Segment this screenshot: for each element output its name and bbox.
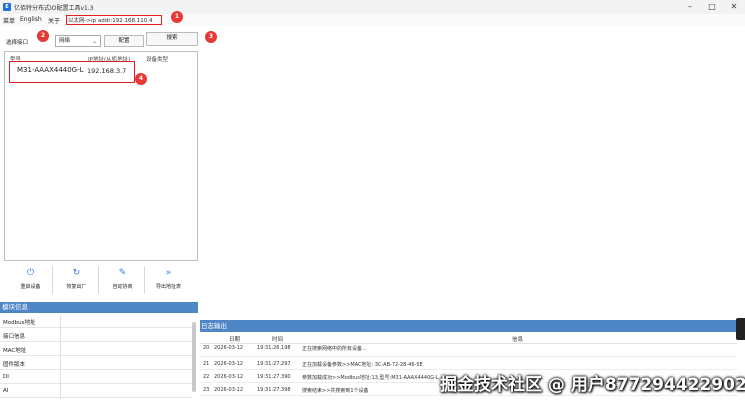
configure-button[interactable]: 配置 (104, 35, 144, 47)
auto-negotiate-button[interactable]: ✎ 自动协商 (100, 268, 145, 298)
module-row: AI (0, 385, 193, 398)
action-divider (52, 266, 53, 294)
module-row: Modbus地址 (0, 315, 193, 328)
chevron-down-icon: ⌄ (91, 38, 97, 45)
log-row: 21 2026-03-12 19:31:27.297 正在加载设备参数>>MAC… (200, 357, 737, 370)
log-header: 日志输出 (200, 320, 737, 332)
app-icon: E (3, 3, 11, 11)
log-row: 20 2026-03-12 19:31:26.198 正在搜索网络中的所有设备.… (200, 344, 737, 357)
interface-label: 选择接口 (6, 40, 29, 46)
side-panel-handle[interactable] (736, 318, 745, 340)
power-icon: ⏻ (26, 268, 35, 278)
interface-select[interactable]: 网络 ⌄ (55, 35, 101, 47)
menu-main[interactable]: 菜单 (3, 16, 15, 25)
annotation-badge-3: 3 (205, 31, 217, 43)
edit-icon: ✎ (118, 268, 127, 278)
module-row: 接口信息 (0, 329, 193, 342)
module-column-divider (60, 315, 61, 399)
module-info-header: 模块信息 (0, 302, 198, 313)
minimize-button[interactable]: – (679, 1, 701, 13)
log-column-time: 时间 (272, 337, 284, 343)
annotation-badge-1: 1 (171, 11, 183, 23)
module-row: 固件版本 (0, 357, 193, 370)
watermark: 掘金技术社区 @ 用户8772944229025 (440, 375, 745, 395)
module-row: MAC地址 (0, 343, 193, 356)
title-bar (0, 0, 745, 14)
annotation-badge-4: 4 (135, 73, 147, 85)
action-divider (144, 266, 145, 294)
annotation-badge-2: 2 (37, 30, 49, 42)
export-address-table-button[interactable]: » 导出地址表 (146, 268, 191, 298)
device-model: M31-AAAX4440G-L (17, 66, 84, 74)
interface-select-value: 网络 (59, 38, 71, 44)
module-row: DI (0, 371, 193, 384)
device-ip: 192.168.3.7 (87, 67, 127, 75)
connection-status: 以太网->ip addr:192.168.110.4 (66, 15, 162, 25)
reboot-device-button[interactable]: ⏻ 重启设备 (8, 268, 53, 298)
search-button[interactable]: 搜索 (146, 32, 198, 46)
close-button[interactable]: ✕ (723, 1, 745, 13)
factory-reset-button[interactable]: ↻ 恢复出厂 (54, 268, 99, 298)
action-divider (98, 266, 99, 294)
window-title: 亿佰特分布式IO配置工具v1.3 (14, 5, 94, 12)
menu-about[interactable]: 关于 (48, 16, 60, 25)
log-column-date: 日期 (229, 337, 241, 343)
menu-english[interactable]: English (20, 16, 42, 23)
maximize-button[interactable]: □ (701, 1, 723, 13)
column-type: 设备类型 (146, 57, 169, 63)
double-chevron-right-icon: » (165, 268, 172, 278)
log-column-message: 信息 (512, 337, 524, 343)
refresh-icon: ↻ (72, 268, 81, 278)
module-scrollbar[interactable] (192, 322, 196, 392)
